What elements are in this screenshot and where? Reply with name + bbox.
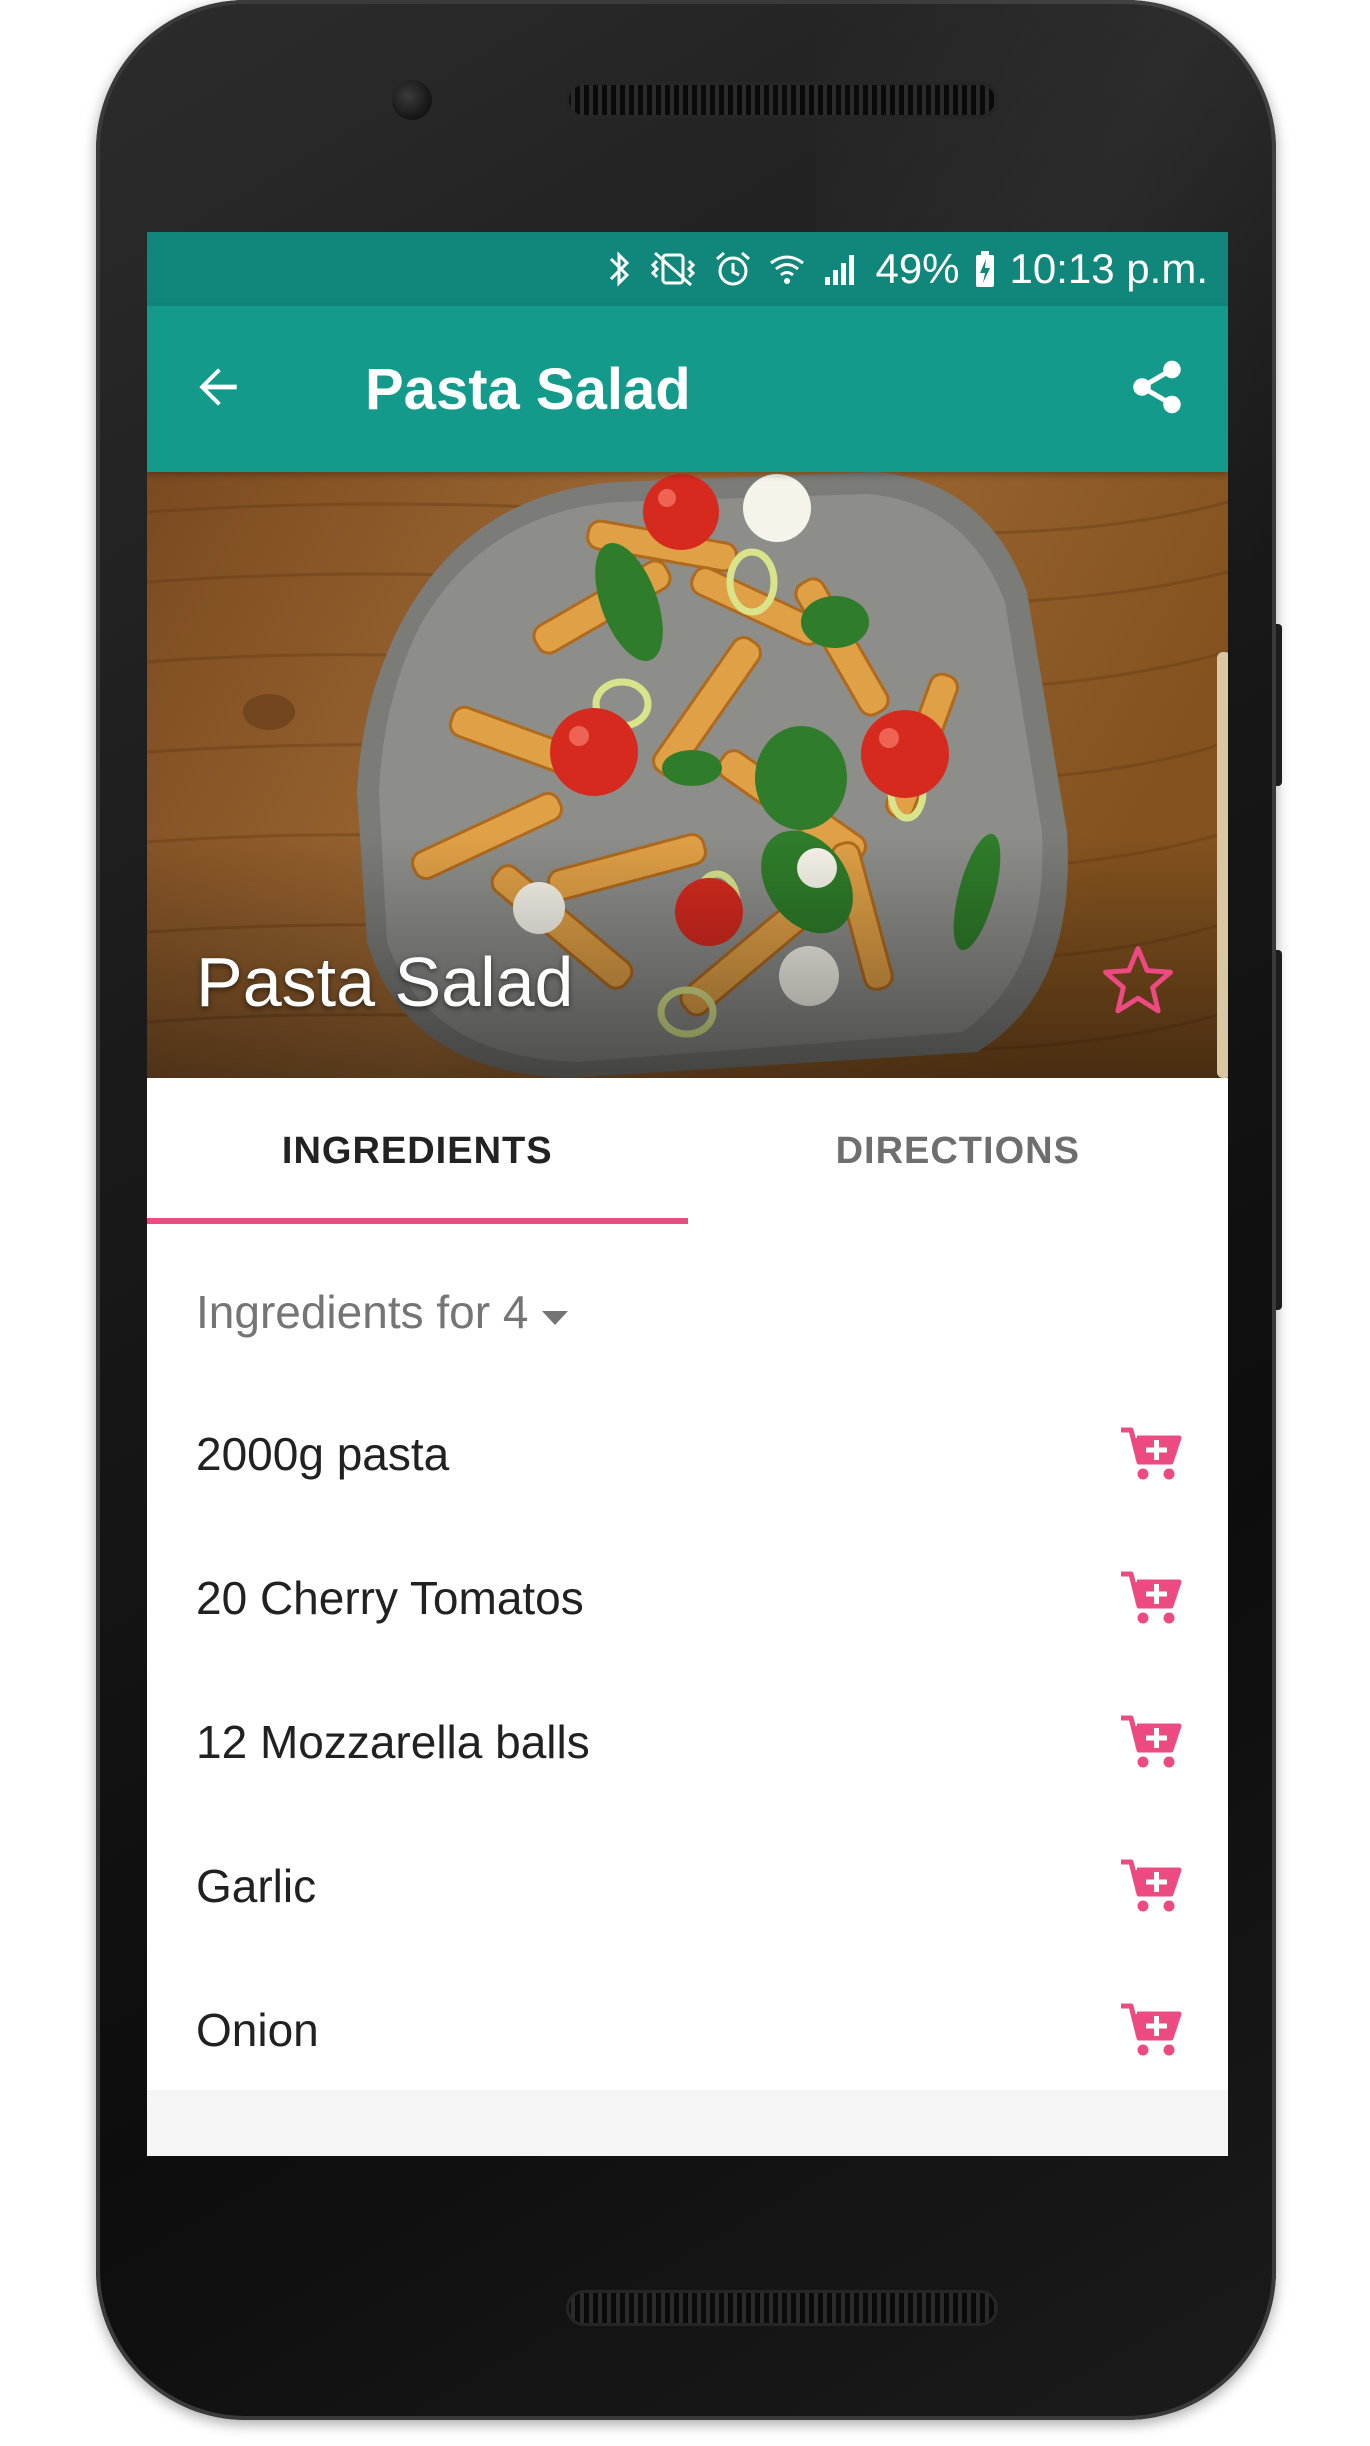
- clock: 10:13 p.m.: [1009, 245, 1208, 292]
- tab-ingredients[interactable]: INGREDIENTS: [147, 1078, 688, 1224]
- signal-icon: [821, 249, 861, 289]
- cart-plus-icon: [1121, 1427, 1182, 1480]
- arrow-back-icon: [190, 359, 246, 420]
- ingredient-label: Onion: [196, 2004, 319, 2056]
- add-to-cart-button[interactable]: [1110, 1414, 1190, 1494]
- servings-dropdown[interactable]: Ingredients for 4: [196, 1272, 570, 1352]
- list-item: 20 Cherry Tomatos: [147, 1526, 1228, 1670]
- bottom-speaker-grille: [566, 2290, 998, 2326]
- cart-plus-icon: [1121, 2003, 1182, 2056]
- tab-directions-label: DIRECTIONS: [835, 1129, 1080, 1172]
- share-button[interactable]: [1116, 348, 1198, 430]
- tab-active-indicator: [147, 1218, 688, 1224]
- recipe-hero-image: Pasta Salad: [147, 472, 1228, 1078]
- add-to-cart-button[interactable]: [1110, 1702, 1190, 1782]
- cart-plus-icon: [1121, 1859, 1182, 1912]
- caret-down-icon: [540, 1285, 570, 1339]
- list-item: 12 Mozzarella balls: [147, 1670, 1228, 1814]
- ingredients-list: 2000g pasta 20 Cherry Tomatos 12 Mozzare…: [147, 1382, 1228, 2102]
- ingredient-label: Garlic: [196, 1860, 317, 1912]
- vibrate-icon: [647, 249, 699, 289]
- share-icon: [1127, 357, 1187, 422]
- servings-label: Ingredients for 4: [196, 1286, 529, 1338]
- top-speaker-grille: [566, 82, 998, 118]
- recipe-title: Pasta Salad: [196, 943, 574, 1021]
- tab-ingredients-label: INGREDIENTS: [281, 1129, 553, 1172]
- recipe-tabs: INGREDIENTS DIRECTIONS: [147, 1078, 1228, 1224]
- list-footer: [147, 2090, 1228, 2156]
- add-to-cart-button[interactable]: [1110, 1990, 1190, 2070]
- ingredient-label: 20 Cherry Tomatos: [196, 1572, 584, 1624]
- phone-screen: 49% 10:13 p.m. Pasta Salad Pasta Salad I…: [147, 232, 1228, 2156]
- list-item: Garlic: [147, 1814, 1228, 1958]
- favorite-button[interactable]: [1099, 942, 1189, 1032]
- list-item: 2000g pasta: [147, 1382, 1228, 1526]
- status-icons: 49% 10:13 p.m.: [607, 232, 1208, 306]
- back-button[interactable]: [177, 348, 259, 430]
- add-to-cart-button[interactable]: [1110, 1558, 1190, 1638]
- ingredient-label: 12 Mozzarella balls: [196, 1716, 590, 1768]
- ingredient-label: 2000g pasta: [196, 1428, 450, 1480]
- tab-directions[interactable]: DIRECTIONS: [688, 1078, 1229, 1224]
- battery-percent: 49%: [875, 245, 960, 292]
- cart-plus-icon: [1121, 1571, 1182, 1624]
- device-frame-stage: 49% 10:13 p.m. Pasta Salad Pasta Salad I…: [0, 0, 1370, 2446]
- add-to-cart-button[interactable]: [1110, 1846, 1190, 1926]
- front-camera: [392, 80, 432, 120]
- wifi-icon: [767, 249, 807, 289]
- bluetooth-icon: [607, 249, 633, 289]
- battery-charging-icon: [974, 249, 996, 289]
- status-bar: 49% 10:13 p.m.: [147, 232, 1228, 306]
- cart-plus-icon: [1121, 1715, 1182, 1768]
- app-bar: Pasta Salad: [147, 306, 1228, 472]
- list-item: Onion: [147, 1958, 1228, 2102]
- page-title: Pasta Salad: [365, 356, 691, 422]
- alarm-icon: [713, 249, 753, 289]
